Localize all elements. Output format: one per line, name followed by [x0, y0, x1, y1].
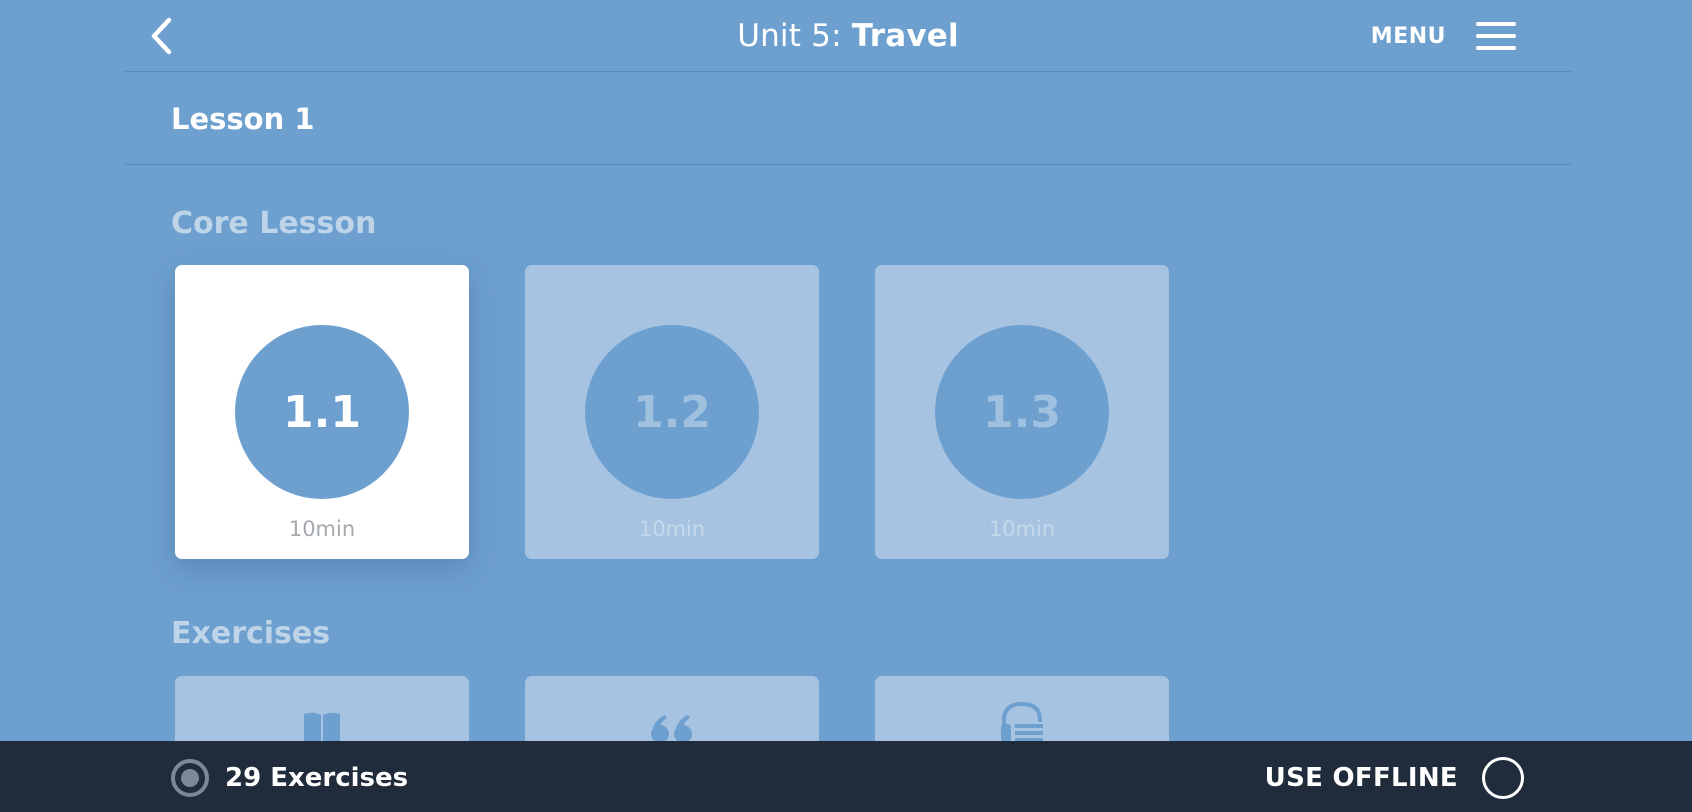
- exercise-count: 29 Exercises: [171, 759, 408, 797]
- lesson-title: Lesson 1: [171, 102, 315, 136]
- use-offline-toggle[interactable]: USE OFFLINE: [1265, 757, 1524, 799]
- lesson-duration: 10min: [288, 517, 356, 541]
- exercise-count-label: 29 Exercises: [225, 763, 409, 793]
- lesson-card-1-3[interactable]: 1.3 10min: [875, 265, 1169, 559]
- lesson-number: 1.2: [585, 325, 759, 499]
- lesson-bar: Lesson 1: [125, 72, 1571, 165]
- radio-selected-icon: [171, 759, 209, 797]
- lesson-duration: 10min: [638, 517, 706, 541]
- bottom-bar: 29 Exercises USE OFFLINE: [0, 741, 1692, 812]
- menu-button[interactable]: MENU: [1371, 18, 1516, 54]
- exercises-heading: Exercises: [171, 616, 331, 651]
- offline-toggle-circle-icon[interactable]: [1482, 757, 1524, 799]
- lesson-number: 1.3: [935, 325, 1109, 499]
- core-lesson-heading: Core Lesson: [171, 206, 377, 241]
- title-prefix: Unit 5:: [737, 18, 852, 54]
- hamburger-icon: [1476, 22, 1516, 50]
- lesson-card-1-1[interactable]: 1.1 10min: [175, 265, 469, 559]
- lesson-screen: Unit 5: Travel MENU Lesson 1 Core Lesson…: [0, 0, 1692, 812]
- lesson-number: 1.1: [235, 325, 409, 499]
- menu-label: MENU: [1370, 23, 1446, 49]
- use-offline-label: USE OFFLINE: [1264, 763, 1458, 793]
- lesson-card-1-2[interactable]: 1.2 10min: [525, 265, 819, 559]
- title-main: Travel: [851, 18, 959, 54]
- lesson-duration: 10min: [988, 517, 1056, 541]
- header: Unit 5: Travel MENU: [125, 0, 1571, 72]
- page-title: Unit 5: Travel: [125, 18, 1571, 54]
